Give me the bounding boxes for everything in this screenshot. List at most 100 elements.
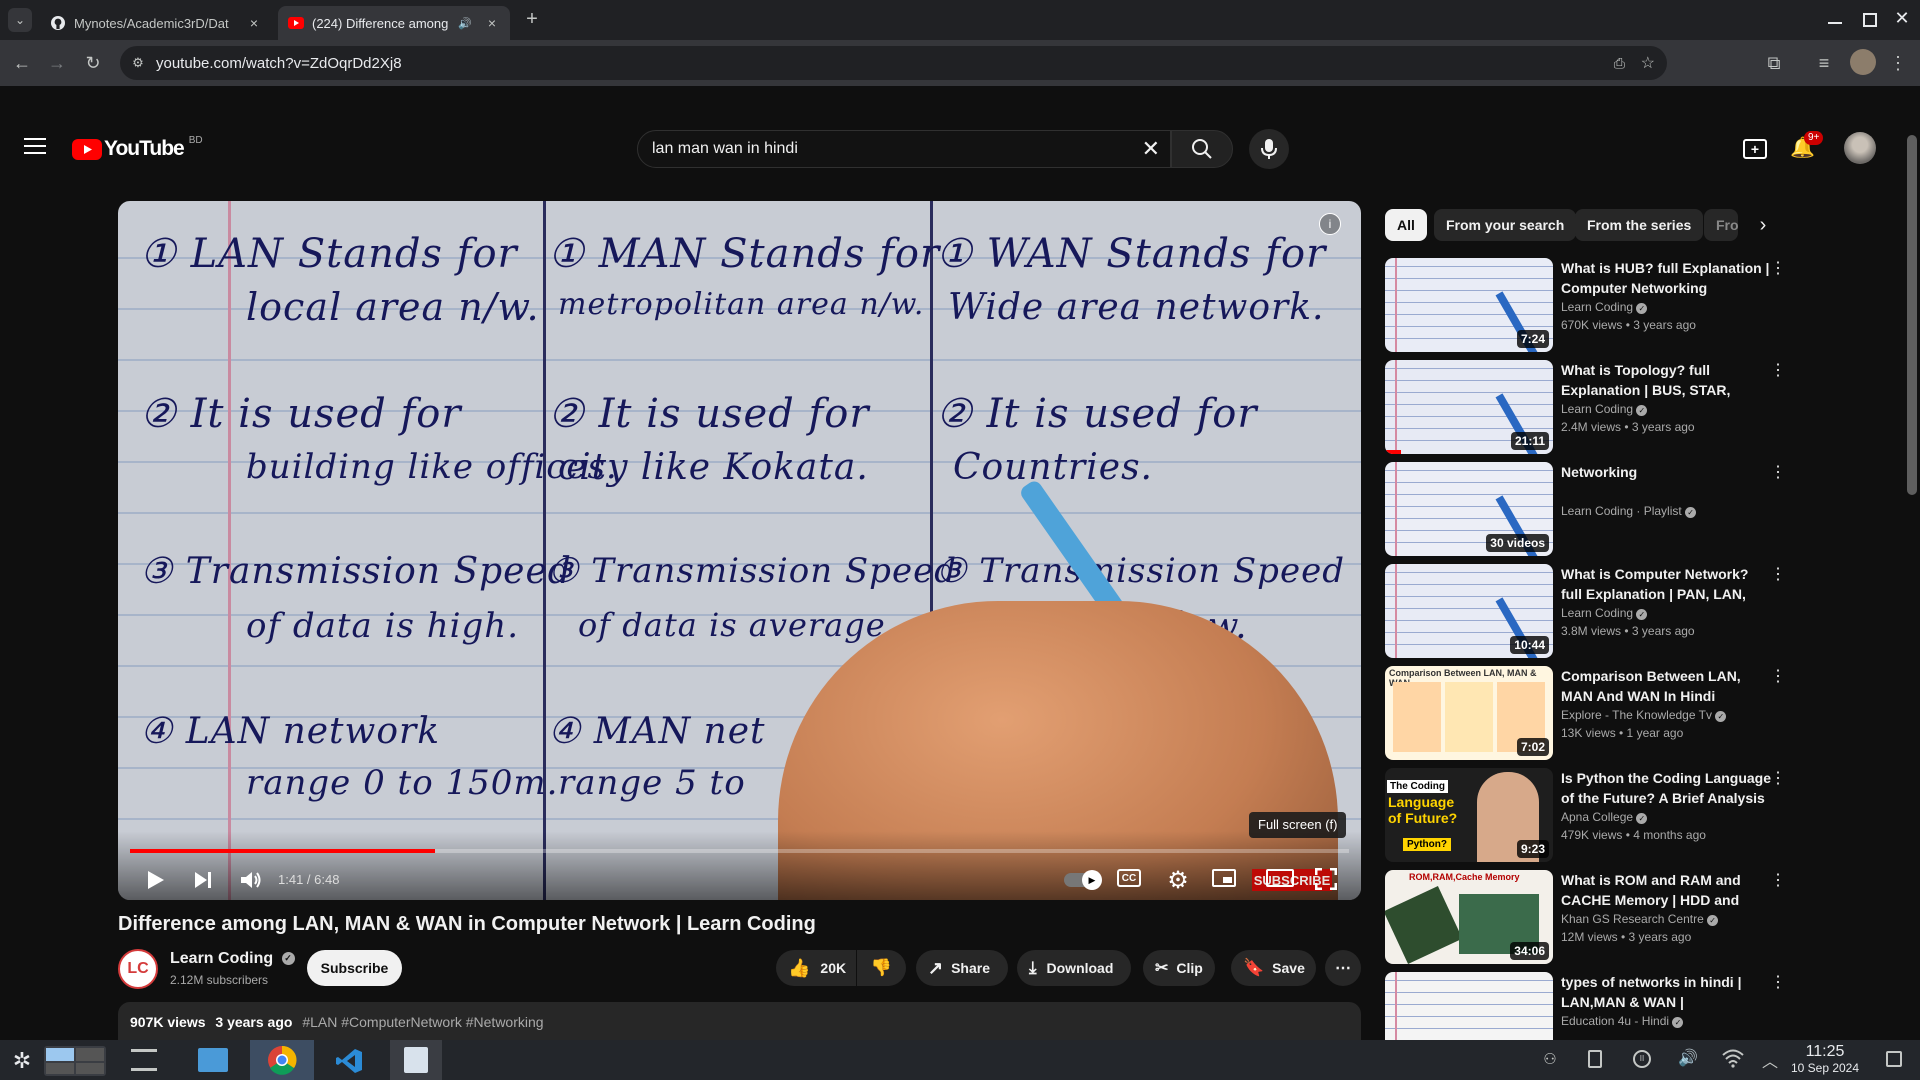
recommended-video[interactable]: The Coding Language of Future? Python? 9:23… [1385,768,1786,864]
chrome-taskbar-icon[interactable] [250,1040,314,1080]
media-control-icon[interactable]: ≡ [1812,51,1836,75]
maximize-icon[interactable] [1863,13,1877,27]
bookmark-star-icon[interactable]: ☆ [1641,53,1655,73]
more-vertical-icon[interactable]: ⋮ [1770,564,1786,584]
hamburger-menu-icon[interactable] [24,138,46,156]
share-button[interactable]: ↗ Share [916,950,1008,986]
captions-button[interactable]: CC [1117,869,1141,887]
theater-mode-icon[interactable] [1266,869,1294,887]
more-vertical-icon[interactable]: ⋮ [1770,768,1786,788]
chrome-menu-icon[interactable]: ⋮ [1886,51,1910,75]
settings-gear-icon[interactable]: ⚙ [1163,865,1193,895]
tray-clipboard-icon[interactable] [1588,1050,1602,1068]
recommended-video[interactable]: 30 videos Networking Learn Coding · Playli… [1385,462,1786,558]
info-icon[interactable]: i [1319,213,1341,235]
progress-track[interactable] [130,849,1349,853]
browser-tab-github[interactable]: Mynotes/Academic3rD/Dat × [40,6,272,40]
site-info-icon[interactable]: ⚙ [120,55,156,71]
page-scrollbar[interactable] [1907,135,1917,495]
more-actions-button[interactable]: ⋯ [1325,950,1361,986]
system-settings-icon[interactable] [131,1049,157,1071]
recommended-video[interactable]: 7:24 What is HUB? full Explanation | Comp… [1385,258,1786,354]
show-desktop-icon[interactable] [1886,1051,1902,1067]
account-avatar[interactable] [1844,132,1876,164]
install-app-icon[interactable]: ⎙ [1614,55,1625,72]
minimize-icon[interactable] [1828,12,1842,28]
dislike-button[interactable]: 👎 [857,950,906,986]
more-vertical-icon[interactable]: ⋮ [1770,360,1786,380]
forward-icon[interactable]: → [45,51,69,75]
tray-wifi-icon[interactable] [1722,1048,1744,1070]
more-vertical-icon[interactable]: ⋮ [1770,972,1786,992]
profile-avatar[interactable] [1850,49,1876,75]
recommended-video[interactable]: 21:11 What is Topology? full Explanation … [1385,360,1786,456]
like-button[interactable]: 👍 20K [776,950,856,986]
vscode-icon[interactable] [335,1047,363,1075]
chip-from-your-search[interactable]: From your search [1434,209,1577,241]
search-button[interactable] [1171,130,1233,168]
clear-search-icon[interactable]: ✕ [1142,136,1160,162]
channel-avatar[interactable]: LC [118,949,158,989]
virtual-desktops-icon[interactable] [44,1046,106,1076]
recommended-channel-name: Learn Coding [1561,402,1634,416]
upload-age: 3 years ago [215,1014,293,1030]
recommended-video[interactable]: 10:44 What is Computer Network? full Expl… [1385,564,1786,660]
extensions-icon[interactable]: ⧉ [1762,51,1786,75]
video-thumbnail[interactable]: 7:24 [1385,258,1553,352]
tray-expand-icon[interactable]: ︿ [1762,1048,1778,1071]
back-icon[interactable]: ← [10,51,34,75]
play-button[interactable] [140,865,172,895]
video-thumbnail[interactable]: Comparison Between LAN, MAN & WAN7:02 [1385,666,1553,760]
chips-next-chevron-icon[interactable]: › [1753,212,1773,238]
file-manager-icon[interactable] [198,1048,228,1072]
close-window-icon[interactable]: ✕ [1894,8,1910,28]
chip-partial[interactable]: Fro [1704,209,1738,241]
tab-close-icon[interactable]: × [484,15,500,31]
more-vertical-icon[interactable]: ⋮ [1770,462,1786,482]
next-button[interactable] [188,865,218,895]
video-thumbnail[interactable]: ROM,RAM,Cache Memory 34:06 [1385,870,1553,964]
new-tab-button[interactable]: + [520,8,544,32]
recommended-video[interactable]: ROM,RAM,Cache Memory 34:06 What is ROM and… [1385,870,1786,966]
video-thumbnail[interactable]: 30 videos [1385,462,1553,556]
tab-search-button[interactable]: ⌄ [8,8,32,32]
channel-name[interactable]: Learn Coding ✓ [170,950,295,968]
download-button[interactable]: ⤓ Download [1017,950,1131,986]
clip-button[interactable]: ✂ Clip [1143,950,1215,986]
video-player[interactable]: ① LAN Stands for local area n/w. ② It is… [118,201,1361,900]
board-text: ① LAN Stands for [140,231,518,277]
address-bar[interactable]: ⚙ youtube.com/watch?v=ZdOqrDd2Xj8 ⎙ ☆ [120,46,1667,80]
tray-network-activity-icon[interactable]: ⚇ [1540,1050,1560,1070]
youtube-logo[interactable]: YouTube BD [72,135,203,161]
volume-button[interactable] [236,865,266,895]
video-thumbnail[interactable]: The Coding Language of Future? Python? 9:23 [1385,768,1553,862]
voice-search-button[interactable] [1249,129,1289,169]
app-launcher-icon[interactable]: ✲ [10,1049,34,1073]
clock[interactable]: 11:25 10 Sep 2024 [1780,1043,1870,1075]
more-vertical-icon[interactable]: ⋮ [1770,870,1786,890]
search-input[interactable]: lan man wan in hindi ✕ [637,130,1171,168]
reload-icon[interactable]: ↻ [81,51,105,75]
tab-close-icon[interactable]: × [246,15,262,31]
hashtags[interactable]: #LAN #ComputerNetwork #Networking [302,1014,543,1030]
more-vertical-icon[interactable]: ⋮ [1770,666,1786,686]
tray-volume-icon[interactable]: 🔊 [1677,1048,1699,1070]
create-video-icon[interactable]: + [1743,139,1767,159]
miniplayer-icon[interactable] [1212,869,1236,887]
save-button[interactable]: 🔖 Save [1231,950,1316,986]
microphone-icon [1261,139,1277,159]
subscribe-button[interactable]: Subscribe [307,950,402,986]
tray-media-icon[interactable]: II [1633,1050,1651,1068]
video-thumbnail[interactable]: 21:11 [1385,360,1553,454]
recommended-video[interactable]: Comparison Between LAN, MAN & WAN7:02Com… [1385,666,1786,762]
description-box[interactable]: 907K views 3 years ago #LAN #ComputerNet… [118,1002,1361,1042]
chip-from-the-series[interactable]: From the series [1575,209,1704,241]
more-vertical-icon[interactable]: ⋮ [1770,258,1786,278]
chip-all[interactable]: All [1385,209,1427,241]
image-viewer-icon[interactable] [390,1040,442,1080]
video-thumbnail[interactable]: 10:44 [1385,564,1553,658]
fullscreen-icon[interactable] [1314,867,1338,891]
speaker-icon[interactable]: 🔊 [458,17,476,30]
browser-tab-youtube[interactable]: (224) Difference among 🔊 × [278,6,510,40]
autoplay-toggle[interactable]: ▶ [1064,870,1102,890]
